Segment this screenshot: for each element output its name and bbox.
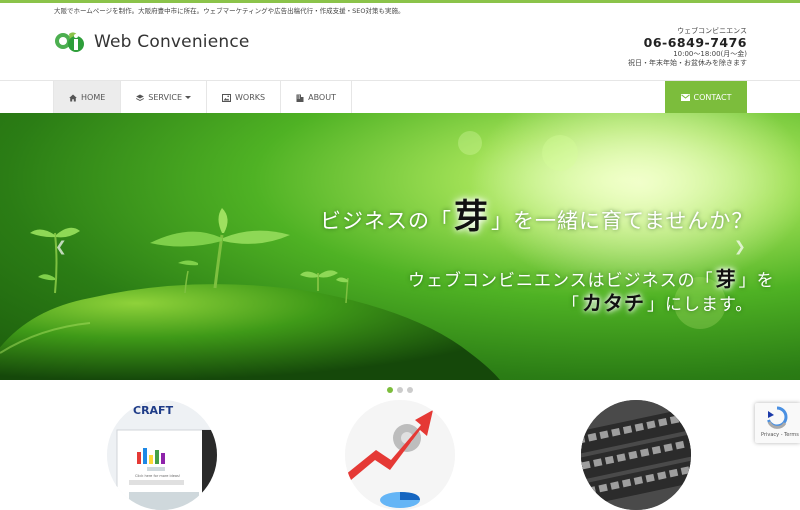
nav-service-label: SERVICE — [148, 93, 183, 102]
layers-icon — [136, 94, 145, 101]
growth-chart-illustration — [345, 400, 455, 510]
contact-button-label: CONTACT — [693, 93, 732, 102]
service-thumb-marketing[interactable] — [345, 400, 455, 510]
slider-dot-1[interactable] — [387, 387, 393, 393]
phone-number[interactable]: 06-6849-7476 — [628, 35, 747, 50]
site-tagline: 大阪でホームページを制作。大阪府豊中市に所在。ウェブマーケティングや広告出稿代行… — [54, 7, 405, 15]
nav-home-label: HOME — [81, 93, 106, 102]
envelope-icon — [680, 94, 690, 101]
company-name: ウェブコンビニエンス — [677, 27, 747, 35]
nav-works[interactable]: WORKS — [206, 81, 280, 114]
nav-home[interactable]: HOME — [53, 81, 121, 114]
top-accent-line — [0, 0, 800, 3]
hero-line1-kanji: 芽 — [454, 197, 489, 237]
slider-dot-2[interactable] — [397, 387, 403, 393]
hero-line1-pre: ビジネスの「 — [320, 209, 452, 233]
nav-about-label: ABOUT — [308, 93, 336, 102]
service-thumb-network[interactable] — [581, 400, 691, 510]
nav-works-label: WORKS — [235, 93, 266, 102]
craft-label: CRAFT — [133, 404, 174, 417]
slider-prev-arrow-icon[interactable]: ❮ — [55, 239, 67, 255]
nav-service[interactable]: SERVICE — [120, 81, 206, 114]
nav-about[interactable]: ABOUT — [280, 81, 352, 114]
main-nav: HOME SERVICE WORKS ABOUT CONTACT — [0, 80, 800, 114]
hero-subline-2: 「カタチ 」にします。 — [562, 287, 753, 316]
logo-text: Web Convenience — [94, 32, 250, 52]
hero-headline: ビジネスの「芽」を一緒に育てませんか？ — [320, 189, 753, 238]
logo-mark-icon — [55, 32, 84, 52]
site-header: Web Convenience ウェブコンビニエンス 06-6849-7476 … — [0, 18, 800, 80]
business-hours: 10:00～18:00(月～金) — [673, 50, 747, 59]
image-icon — [222, 93, 232, 102]
network-switch-illustration — [581, 400, 691, 510]
chevron-down-icon — [185, 96, 192, 99]
craft-caption: Click here for more ideas! — [135, 474, 181, 478]
site-logo[interactable]: Web Convenience — [54, 30, 250, 54]
holiday-note: 祝日・年末年始・お盆休みを除きます — [628, 58, 747, 67]
hero-line3-pre: 「 — [562, 295, 580, 315]
slider-dot-3[interactable] — [407, 387, 413, 393]
hero-line3-post: 」にします。 — [647, 295, 754, 315]
hero-slider: ビジネスの「芽」を一緒に育てませんか？ ウェブコンビニエンスはビジネスの「芽」を… — [0, 113, 800, 380]
slider-pagination — [387, 387, 417, 393]
hero-line3-word: カタチ — [582, 291, 645, 315]
header-contact-info: ウェブコンビニエンス 06-6849-7476 10:00～18:00(月～金)… — [628, 27, 747, 67]
hero-background-illustration — [0, 113, 800, 380]
contact-button[interactable]: CONTACT — [665, 81, 747, 114]
recaptcha-icon — [767, 406, 788, 429]
service-thumb-web-design[interactable]: CRAFT Click here for more ideas! — [107, 400, 217, 510]
building-icon — [296, 94, 304, 102]
hero-line1-post: 」を一緒に育てませんか？ — [491, 209, 754, 233]
slider-next-arrow-icon[interactable]: ❯ — [734, 239, 746, 255]
recaptcha-links[interactable]: Privacy - Terms — [761, 432, 799, 438]
home-icon — [69, 94, 77, 101]
recaptcha-badge[interactable]: Privacy - Terms — [755, 403, 800, 443]
